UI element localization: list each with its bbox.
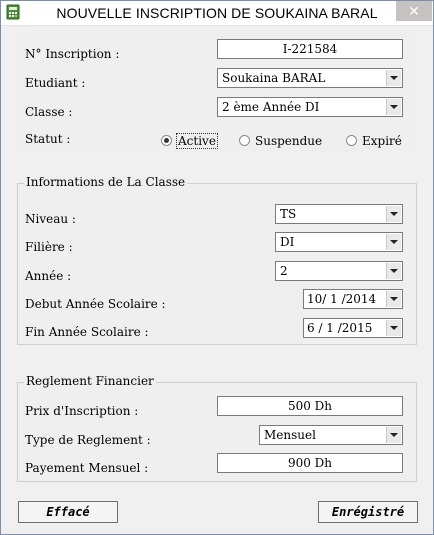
filiere-value: DI: [280, 235, 295, 249]
debut-label: Debut Année Scolaire :: [25, 297, 166, 311]
classe-value: 2 ème Année DI: [222, 100, 320, 114]
statut-expire-label: Expiré: [362, 134, 402, 148]
inscription-window: NOUVELLE INSCRIPTION DE SOUKAINA BARAL ✕…: [0, 0, 434, 535]
type-value: Mensuel: [264, 428, 316, 442]
mensuel-label: Payement Mensuel :: [25, 461, 149, 475]
close-icon[interactable]: ✕: [396, 1, 432, 21]
statut-suspendue-label: Suspendue: [255, 134, 323, 148]
filiere-select[interactable]: DI: [275, 232, 403, 252]
fin-value: 6 / 1 /2015: [307, 321, 373, 335]
reglement-panel: Reglement Financier Prix d'Inscription :…: [17, 374, 417, 482]
classe-select[interactable]: 2 ème Année DI: [217, 97, 403, 117]
chevron-down-icon[interactable]: [386, 99, 401, 115]
classe-label: Classe :: [25, 105, 73, 119]
chevron-down-icon[interactable]: [386, 320, 401, 336]
prix-field[interactable]: 500 Dh: [217, 396, 403, 416]
annee-label: Année :: [25, 269, 72, 283]
filiere-label: Filière :: [25, 240, 73, 254]
etudiant-label: Etudiant :: [25, 76, 86, 90]
etudiant-value: Soukaina BARAL: [222, 71, 326, 85]
reglement-legend: Reglement Financier: [24, 374, 156, 388]
chevron-down-icon[interactable]: [386, 263, 401, 279]
radio-icon: [346, 135, 357, 146]
enregistrer-button[interactable]: Enrégistré: [318, 501, 418, 523]
numero-label: N° Inscription :: [25, 47, 120, 61]
type-reglement-select[interactable]: Mensuel: [259, 425, 403, 445]
numero-field[interactable]: I-221584: [217, 39, 403, 59]
window-title: NOUVELLE INSCRIPTION DE SOUKAINA BARAL: [56, 5, 378, 21]
radio-selected-icon: [161, 135, 172, 146]
classe-info-panel: Informations de La Classe Niveau : TS Fi…: [17, 175, 417, 345]
mensuel-field[interactable]: 900 Dh: [217, 453, 403, 473]
statut-expire-radio[interactable]: Expiré: [346, 134, 402, 148]
radio-icon: [239, 135, 250, 146]
chevron-down-icon[interactable]: [386, 427, 401, 443]
statut-active-radio[interactable]: Active: [161, 133, 218, 149]
debut-value: 10/ 1 /2014: [307, 292, 377, 306]
annee-select[interactable]: 2: [275, 261, 403, 281]
chevron-down-icon[interactable]: [386, 234, 401, 250]
statut-active-label: Active: [176, 133, 218, 149]
fin-date-picker[interactable]: 6 / 1 /2015: [303, 318, 403, 338]
niveau-select[interactable]: TS: [275, 204, 403, 224]
debut-date-picker[interactable]: 10/ 1 /2014: [303, 289, 403, 309]
inscription-panel: N° Inscription : I-221584 Etudiant : Sou…: [17, 32, 417, 154]
classe-info-legend: Informations de La Classe: [24, 175, 188, 189]
niveau-value: TS: [280, 207, 297, 221]
chevron-down-icon[interactable]: [386, 206, 401, 222]
statut-label: Statut :: [25, 132, 71, 146]
prix-label: Prix d'Inscription :: [25, 404, 139, 418]
type-label: Type de Reglement :: [25, 433, 151, 447]
etudiant-select[interactable]: Soukaina BARAL: [217, 68, 403, 88]
effacer-button[interactable]: Effacé: [18, 501, 118, 523]
niveau-label: Niveau :: [25, 212, 76, 226]
chevron-down-icon[interactable]: [386, 291, 401, 307]
annee-value: 2: [280, 264, 288, 278]
fin-label: Fin Année Scolaire :: [25, 325, 149, 339]
chevron-down-icon[interactable]: [386, 70, 401, 86]
title-bar: NOUVELLE INSCRIPTION DE SOUKAINA BARAL ✕: [1, 1, 433, 26]
statut-suspendue-radio[interactable]: Suspendue: [239, 134, 322, 148]
